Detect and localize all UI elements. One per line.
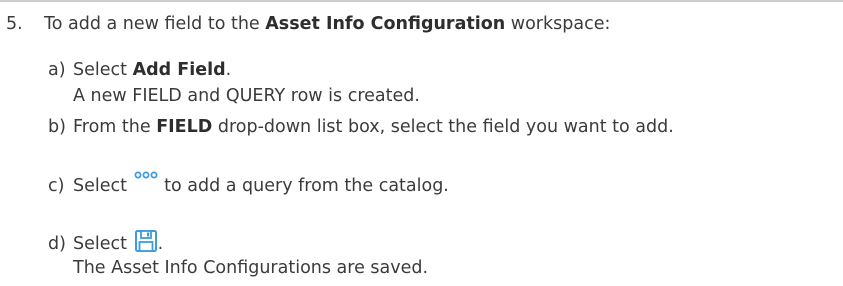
step-5: 5. To add a new field to the Asset Info C… (6, 11, 610, 37)
substep-c-letter: c) (48, 176, 65, 196)
substep-d-letter: d) (48, 234, 66, 254)
substep-d-result: The Asset Info Configurations are saved. (73, 258, 429, 278)
step-number: 5. (6, 14, 23, 34)
save-floppy-icon (134, 230, 157, 252)
substep-d-text-before: Select (73, 234, 133, 254)
substep-d: d) Select . (48, 229, 163, 257)
substep-a-letter: a) (48, 60, 66, 80)
step-text-after: workspace: (505, 14, 611, 34)
substep-b-text-before: From the (73, 117, 157, 137)
substep-a: a) Select Add Field. (48, 57, 231, 83)
substep-a-text-after: . (225, 60, 232, 80)
substep-b-letter: b) (48, 117, 66, 137)
substep-b: b) From the FIELD drop-down list box, sel… (48, 114, 674, 140)
substep-a-result: A new FIELD and QUERY row is created. (73, 86, 420, 106)
substep-a-text-before: Select (73, 60, 133, 80)
step-text-before: To add a new field to the (44, 14, 266, 34)
field-term: FIELD (156, 117, 213, 137)
add-field-term: Add Field (132, 60, 226, 80)
substep-c-text-before: Select (73, 176, 133, 196)
top-divider (0, 0, 843, 2)
substep-b-text-after: drop-down list box, select the field you… (212, 117, 674, 137)
substep-c: c) Select to add a query from the catalog… (48, 171, 449, 199)
substep-d-text-after: . (157, 234, 164, 254)
more-options-dots-icon (133, 171, 159, 195)
step-bold-term: Asset Info Configuration (265, 14, 506, 34)
substep-c-text-after: to add a query from the catalog. (158, 176, 449, 196)
